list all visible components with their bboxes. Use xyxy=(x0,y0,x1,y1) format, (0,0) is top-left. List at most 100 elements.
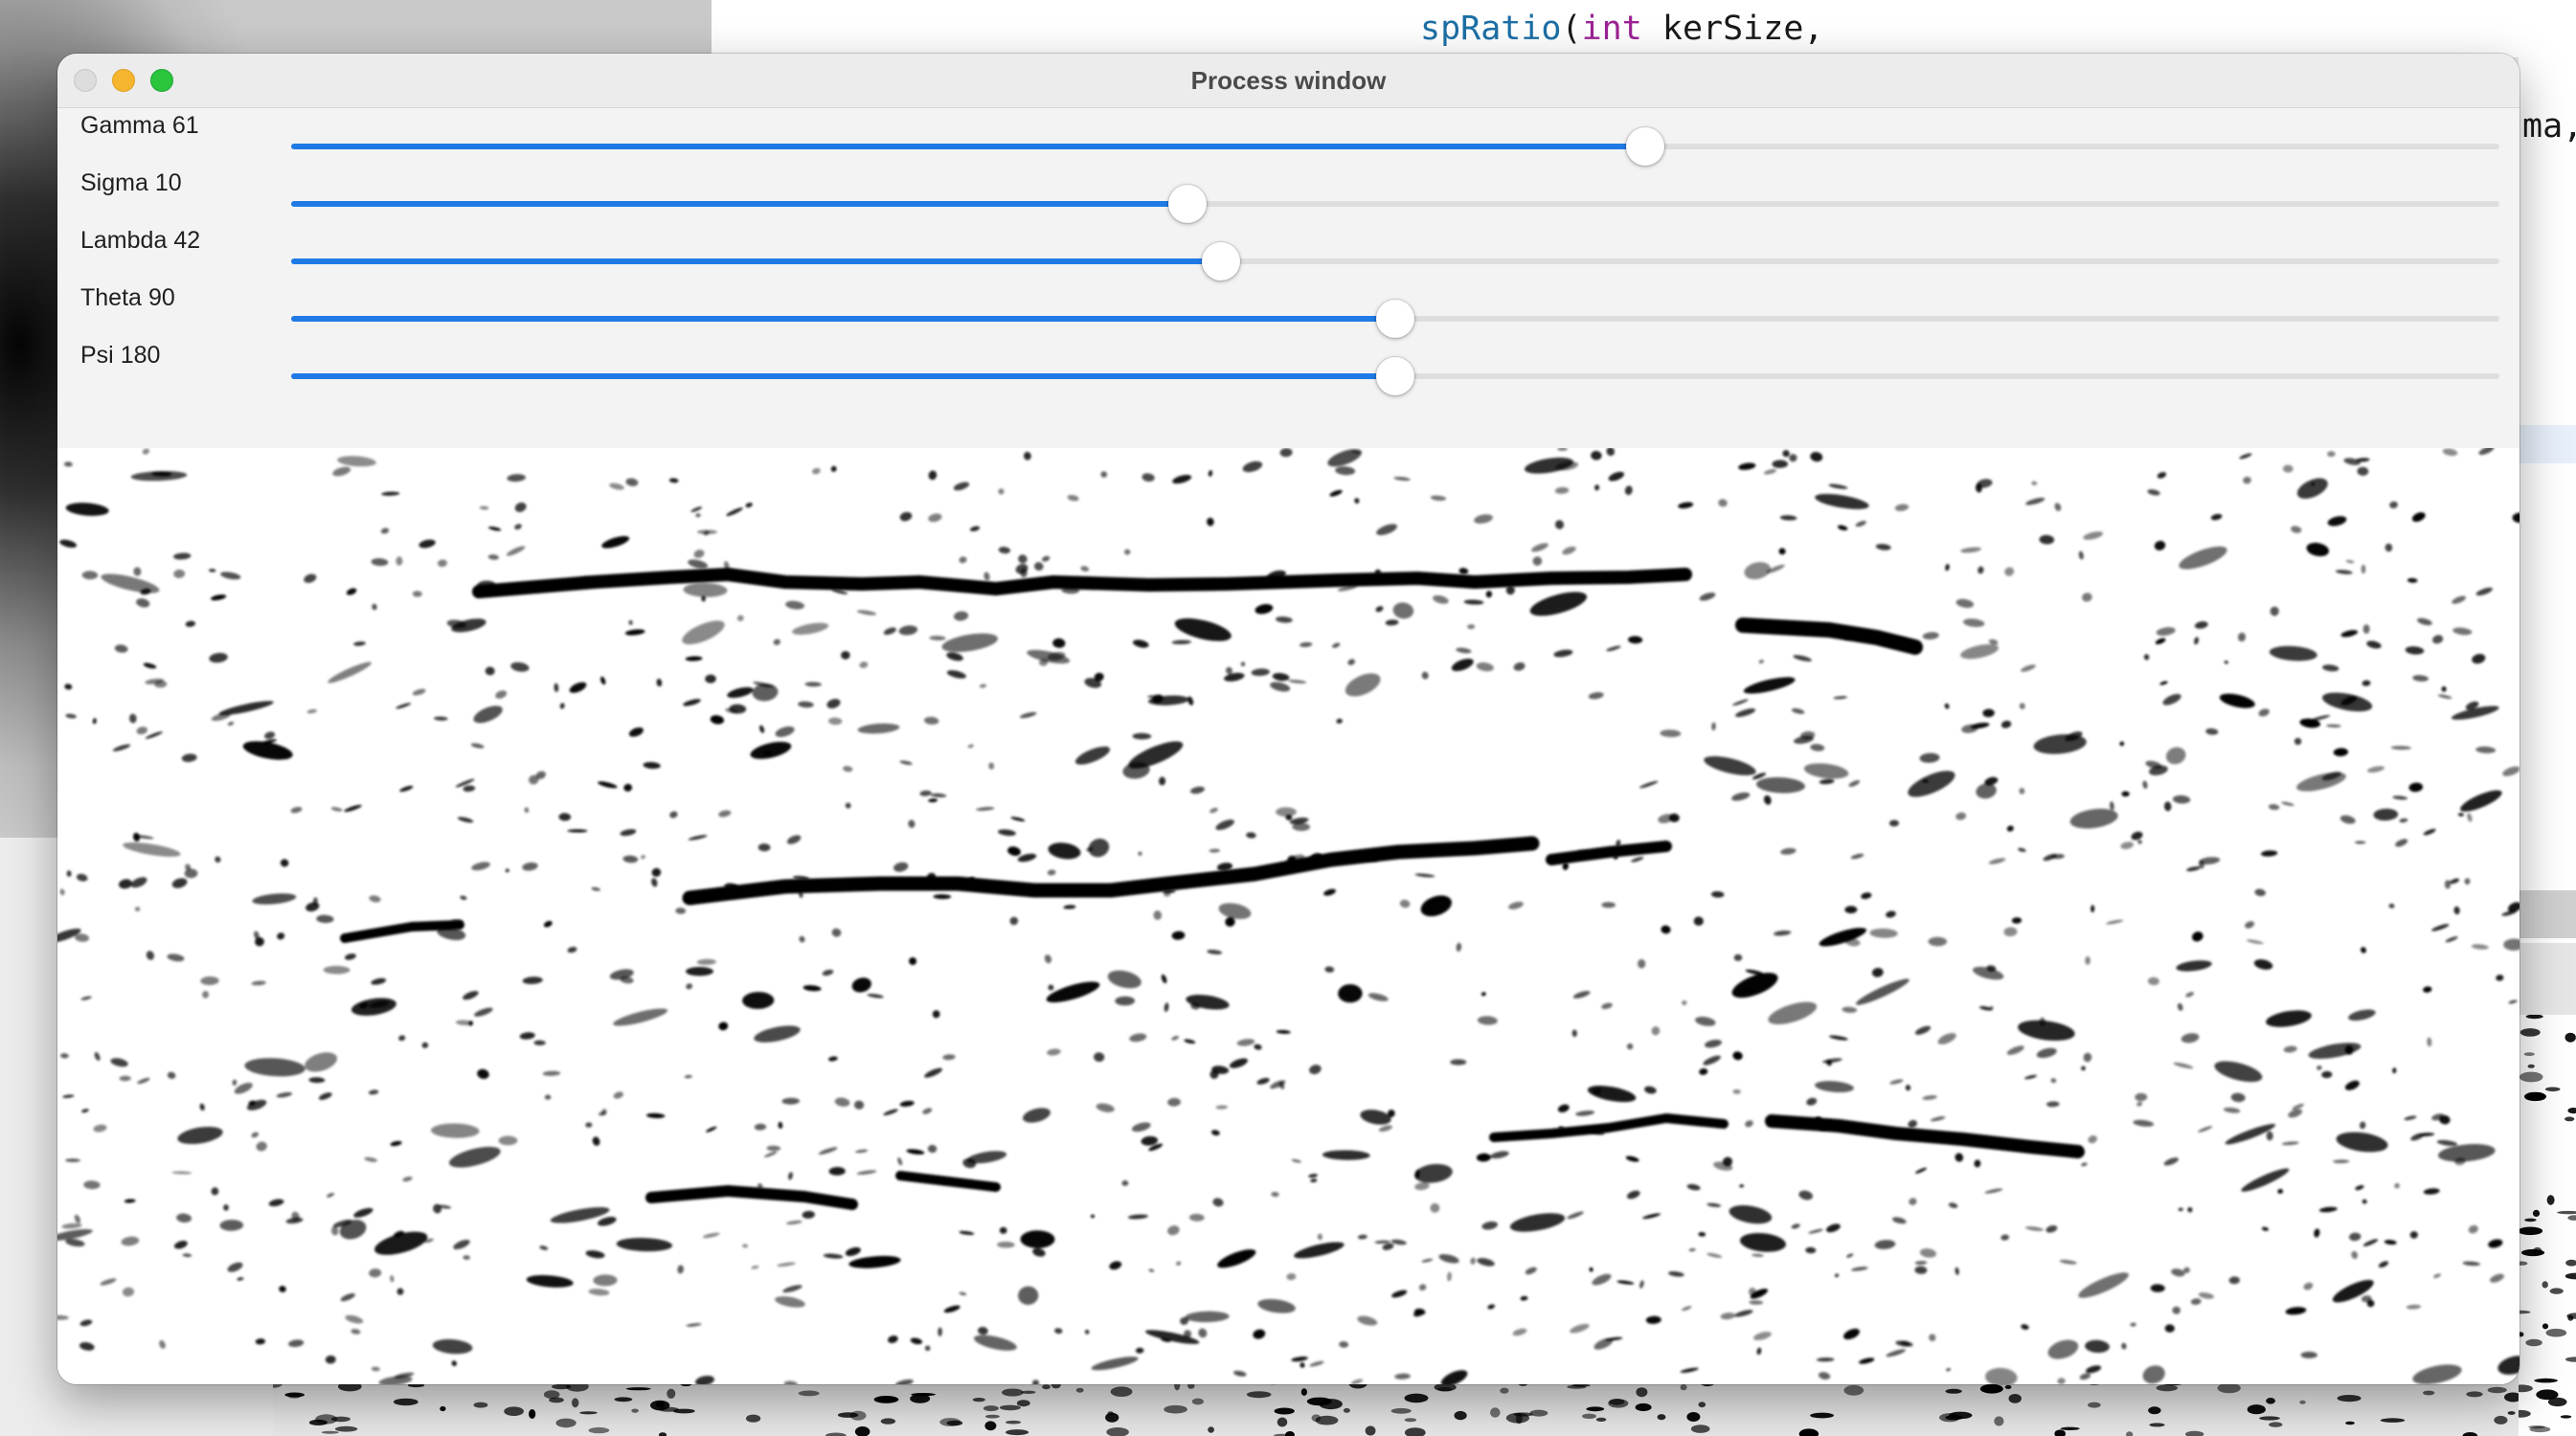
trackbar-value: 180 xyxy=(120,342,161,369)
background-code-editor: spRatio(int kerSize, xyxy=(712,0,2576,58)
trackbar-panel: Gamma 61 Sigma 10 Lambda 42 Theta 90 Psi… xyxy=(57,108,2520,448)
background-blob xyxy=(1945,1415,1963,1421)
background-blob xyxy=(655,1401,666,1408)
background-blob xyxy=(555,1418,576,1428)
trackbar-value: 90 xyxy=(147,284,175,311)
background-blob xyxy=(2565,1357,2576,1362)
background-blob xyxy=(1843,1384,1864,1396)
background-blob xyxy=(1315,1415,1339,1425)
background-blob xyxy=(2542,1323,2549,1330)
background-blob xyxy=(2527,1064,2535,1068)
background-blob xyxy=(1404,1427,1426,1436)
background-blob xyxy=(2567,1108,2576,1114)
background-blob xyxy=(334,1425,358,1432)
background-code-fragment: ma, xyxy=(2522,107,2576,146)
background-blob xyxy=(625,1387,651,1391)
background-blob xyxy=(2217,1382,2241,1394)
background-blob xyxy=(440,1405,446,1412)
trackbar-label: Theta 90 xyxy=(80,284,175,312)
background-blob xyxy=(1191,1398,1204,1405)
trackbar-name: Lambda xyxy=(80,227,168,254)
background-blob xyxy=(2247,1404,2266,1415)
background-blob xyxy=(825,1432,847,1436)
title-bar[interactable]: Process window xyxy=(57,54,2520,108)
background-blob xyxy=(2532,1246,2542,1256)
psi-slider[interactable] xyxy=(291,357,2499,395)
theta-slider[interactable] xyxy=(291,300,2499,338)
background-blob xyxy=(2534,1378,2558,1383)
background-blob xyxy=(2156,1384,2178,1392)
slider-knob[interactable] xyxy=(1625,127,1664,166)
trackbar-name: Gamma xyxy=(80,112,166,139)
background-blob xyxy=(2528,1093,2545,1100)
background-blob xyxy=(1567,1384,1587,1389)
background-blob xyxy=(2004,1384,2012,1389)
trackbar-name: Sigma xyxy=(80,169,148,196)
background-blob xyxy=(1343,1407,1350,1413)
background-blob xyxy=(504,1406,524,1416)
background-blob xyxy=(1105,1412,1119,1423)
slider-fill xyxy=(291,144,1645,149)
slider-knob[interactable] xyxy=(1201,242,1240,280)
slider-fill xyxy=(291,316,1395,322)
background-blob xyxy=(2266,1398,2276,1404)
background-blob xyxy=(1698,1402,1706,1408)
background-blob xyxy=(2560,1415,2572,1419)
background-blob xyxy=(1680,1383,1687,1391)
background-blob xyxy=(588,1426,610,1434)
background-blob xyxy=(798,1390,820,1397)
background-blob xyxy=(1404,1418,1417,1423)
background-blob xyxy=(972,1398,985,1402)
image-blob xyxy=(2354,841,2366,844)
slider-knob[interactable] xyxy=(1168,185,1208,223)
background-blob xyxy=(1277,1417,1288,1427)
trackbar-name: Theta xyxy=(80,284,142,311)
background-blob xyxy=(2532,1209,2541,1217)
sigma-slider[interactable] xyxy=(291,185,2499,223)
background-blob xyxy=(2549,1288,2564,1294)
background-blob xyxy=(2546,1195,2555,1205)
background-blob xyxy=(1075,1387,1084,1393)
background-blob xyxy=(2504,1392,2519,1402)
image-blob xyxy=(2121,791,2130,797)
background-blob xyxy=(2380,1418,2406,1423)
background-blob xyxy=(1110,1386,1133,1397)
gamma-slider[interactable] xyxy=(291,127,2499,166)
process-window[interactable]: Process window Gamma 61 Sigma 10 Lambda 42 xyxy=(57,54,2520,1384)
background-blob xyxy=(1798,1428,1819,1436)
background-blob xyxy=(1686,1412,1701,1422)
background-blob xyxy=(1006,1420,1022,1425)
background-blob xyxy=(1529,1409,1548,1417)
code-param: kerSize, xyxy=(1641,10,1824,48)
background-blob xyxy=(854,1426,870,1436)
background-blob xyxy=(2519,1226,2543,1236)
lambda-slider[interactable] xyxy=(291,242,2499,280)
background-blob xyxy=(2520,1028,2541,1037)
background-blob xyxy=(529,1409,536,1419)
background-blob xyxy=(1021,1390,1036,1394)
background-blob xyxy=(2519,1261,2528,1266)
background-panel-right xyxy=(2519,943,2576,1015)
background-blob xyxy=(2565,1259,2576,1267)
background-blob xyxy=(1635,1402,1652,1412)
background-blob xyxy=(614,1397,633,1402)
background-blob xyxy=(658,1432,667,1436)
background-blob xyxy=(1595,1417,1607,1422)
background-blob xyxy=(2524,1218,2537,1223)
image-blob xyxy=(1121,1179,1129,1186)
background-blob xyxy=(2528,1425,2545,1429)
image-blob xyxy=(696,529,717,534)
background-blob xyxy=(2299,1400,2306,1404)
background-blob xyxy=(2088,1402,2101,1408)
slider-fill xyxy=(291,373,1395,379)
background-blob xyxy=(984,1414,1000,1419)
background-blob xyxy=(2519,1384,2533,1393)
trackbar-label: Gamma 61 xyxy=(80,112,199,140)
background-blob xyxy=(2525,1338,2542,1347)
slider-knob[interactable] xyxy=(1376,357,1414,395)
background-blob xyxy=(1657,1414,1666,1421)
window-title: Process window xyxy=(1190,66,1387,95)
background-blob xyxy=(2565,1272,2576,1280)
slider-knob[interactable] xyxy=(1376,300,1414,338)
image-blob xyxy=(2444,880,2452,889)
